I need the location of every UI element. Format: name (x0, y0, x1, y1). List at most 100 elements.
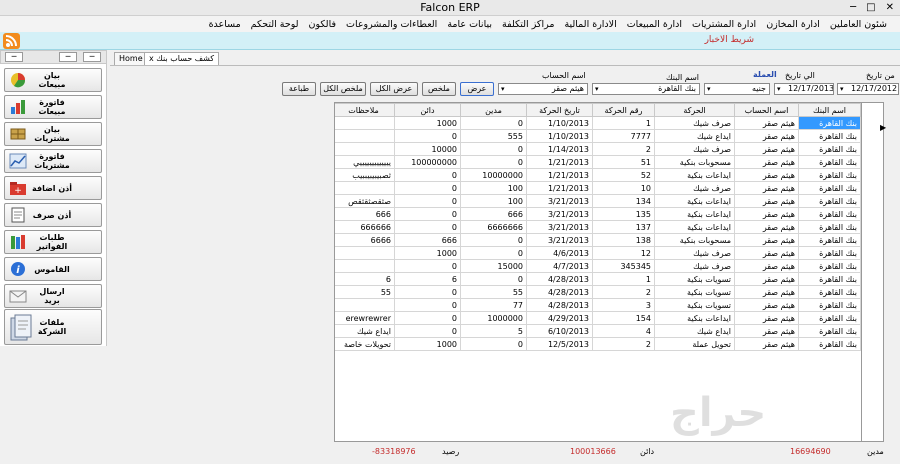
menu-item-control-panel[interactable]: لوحة التحكم (246, 19, 304, 30)
table-cell[interactable]: 55 (460, 285, 527, 299)
table-cell[interactable]: ايداعات بنكية (654, 220, 735, 234)
chevron-down-icon[interactable]: ▾ (707, 84, 711, 94)
table-cell[interactable] (335, 142, 395, 156)
table-cell[interactable]: 666 (335, 207, 395, 221)
table-cell[interactable]: بنك القاهرة (798, 337, 861, 351)
table-cell[interactable]: 52 (592, 168, 655, 182)
sidebar-item-add-permit[interactable]: + أذن اضافة (4, 176, 102, 200)
table-cell[interactable]: 0 (460, 272, 527, 286)
table-cell[interactable]: هيثم صقر (734, 246, 799, 260)
table-cell[interactable]: بنك القاهرة (798, 168, 861, 182)
table-cell[interactable]: 4/28/2013 (526, 298, 593, 312)
table-cell[interactable]: 134 (592, 194, 655, 208)
table-cell[interactable]: 100 (460, 194, 527, 208)
table-cell[interactable]: 138 (592, 233, 655, 247)
print-button[interactable]: طباعة (282, 82, 316, 96)
table-cell[interactable]: 0 (394, 129, 461, 143)
sidebar-item-sales-statement[interactable]: بيان مبيعات (4, 68, 102, 92)
table-row[interactable]: بنك القاهرة هيثم صقر صرف شيك 345345 4/7/2013… (335, 259, 861, 273)
table-cell[interactable]: 666 (394, 233, 461, 247)
table-cell[interactable]: 6666666 (460, 220, 527, 234)
table-row[interactable]: بنك القاهرة هيثم صقر تسويات بنكية 1 4/28/201… (335, 272, 861, 286)
table-cell[interactable]: هيثم صقر (734, 233, 799, 247)
tab-bank-statement-close[interactable]: x (149, 54, 154, 63)
panel-close-button[interactable]: ─ (83, 52, 101, 62)
table-row[interactable]: بنك القاهرة هيثم صقر ايداعات بنكية 137 3/21/… (335, 220, 861, 234)
table-cell[interactable]: بنك القاهرة (798, 142, 861, 156)
table-cell[interactable]: 3 (592, 298, 655, 312)
table-cell[interactable]: تسويات بنكية (654, 298, 735, 312)
table-row[interactable]: بنك القاهرة هيثم صقر ايداع شيك 4 6/10/2013 5 0… (335, 324, 861, 338)
table-cell[interactable] (335, 246, 395, 260)
menu-item-warehouses[interactable]: ادارة المخازن (761, 19, 825, 30)
table-cell[interactable]: 5 (460, 324, 527, 338)
table-cell[interactable]: erewrewrer (335, 311, 395, 325)
menu-item-general-data[interactable]: بيانات عامة (442, 19, 497, 30)
column-header[interactable]: ملاحظات (335, 103, 395, 117)
table-cell[interactable]: تسويات بنكية (654, 285, 735, 299)
table-cell[interactable]: 0 (460, 337, 527, 351)
table-cell[interactable]: بنك القاهرة (798, 298, 861, 312)
table-cell[interactable]: يييييييييييييي (335, 155, 395, 169)
table-cell[interactable]: 135 (592, 207, 655, 221)
sidebar-item-send-mail[interactable]: ارسال بريد (4, 284, 102, 308)
table-cell[interactable]: هيثم صقر (734, 207, 799, 221)
table-cell[interactable]: ايداعات بنكية (654, 311, 735, 325)
table-cell[interactable]: ثصبيبيبيببيب (335, 168, 395, 182)
table-cell[interactable]: 1 (592, 116, 655, 130)
table-cell[interactable]: هيثم صقر (734, 129, 799, 143)
column-header[interactable]: رقم الحركة (592, 103, 655, 117)
table-cell[interactable]: 154 (592, 311, 655, 325)
from-date-field[interactable]: ▾ 12/17/2012 (837, 83, 899, 95)
table-cell[interactable]: ايداع شيك (335, 324, 395, 338)
minimize-button[interactable]: ─ (850, 2, 856, 14)
table-cell[interactable]: 55 (335, 285, 395, 299)
table-cell[interactable]: 0 (394, 311, 461, 325)
table-cell[interactable]: 2 (592, 285, 655, 299)
table-cell[interactable]: ايداعات بنكية (654, 207, 735, 221)
chevron-down-icon[interactable]: ▾ (501, 84, 505, 94)
table-cell[interactable]: 4/28/2013 (526, 272, 593, 286)
table-cell[interactable]: بنك القاهرة (798, 324, 861, 338)
bank-select[interactable]: ▾ بنك القاهرة (592, 83, 700, 95)
table-cell[interactable]: 6/10/2013 (526, 324, 593, 338)
table-cell[interactable]: 4/28/2013 (526, 285, 593, 299)
menu-item-sales[interactable]: ادارة المبيعات (622, 19, 687, 30)
table-cell[interactable]: 1/21/2013 (526, 155, 593, 169)
table-row[interactable]: بنك القاهرة هيثم صقر صرف شيك 1 1/10/2013 0 100… (335, 116, 861, 130)
table-cell[interactable]: هيثم صقر (734, 272, 799, 286)
table-cell[interactable]: 12 (592, 246, 655, 260)
table-cell[interactable]: 15000 (460, 259, 527, 273)
table-row[interactable]: بنك القاهرة هيثم صقر ايداعات بنكية 154 4/29/… (335, 311, 861, 325)
table-cell[interactable]: 4/7/2013 (526, 259, 593, 273)
table-cell[interactable]: 3/21/2013 (526, 220, 593, 234)
table-cell[interactable]: بنك القاهرة (798, 259, 861, 273)
table-row[interactable]: بنك القاهرة هيثم صقر صرف شيك 2 1/14/2013 0 100… (335, 142, 861, 156)
maximize-button[interactable]: □ (866, 2, 875, 14)
table-cell[interactable]: 1/21/2013 (526, 181, 593, 195)
chevron-down-icon[interactable]: ▾ (595, 84, 599, 94)
table-row[interactable]: بنك القاهرة هيثم صقر مسحوبات بنكية 51 1/21/2… (335, 155, 861, 169)
table-cell[interactable]: صثقصثقثقص (335, 194, 395, 208)
table-cell[interactable] (335, 259, 395, 273)
table-cell[interactable]: 1/21/2013 (526, 168, 593, 182)
sidebar-item-purchases-invoice[interactable]: فاتورة مشتريات (4, 149, 102, 173)
table-cell[interactable]: 0 (460, 116, 527, 130)
close-button[interactable]: ✕ (886, 2, 894, 14)
menu-item-falcon[interactable]: فالكون (304, 19, 341, 30)
table-cell[interactable]: ايداع شيك (654, 129, 735, 143)
bank-statement-grid[interactable]: اسم البنك اسم الحساب الحركة رقم الحركة تاريخ… (334, 102, 862, 442)
to-date-field[interactable]: ▾ 12/17/2013 (774, 83, 834, 95)
table-cell[interactable]: بنك القاهرة (798, 272, 861, 286)
table-cell[interactable]: هيثم صقر (734, 168, 799, 182)
table-cell[interactable]: هيثم صقر (734, 311, 799, 325)
table-cell[interactable]: 1/10/2013 (526, 116, 593, 130)
table-cell[interactable]: 10000000 (460, 168, 527, 182)
table-cell[interactable]: 1/14/2013 (526, 142, 593, 156)
sidebar-item-disburse-permit[interactable]: أذن صرف (4, 203, 102, 227)
table-cell[interactable]: 3/21/2013 (526, 194, 593, 208)
table-cell[interactable]: هيثم صقر (734, 285, 799, 299)
table-cell[interactable]: بنك القاهرة (798, 155, 861, 169)
table-cell[interactable]: مسحوبات بنكية (654, 155, 735, 169)
column-header[interactable]: الحركة (654, 103, 735, 117)
